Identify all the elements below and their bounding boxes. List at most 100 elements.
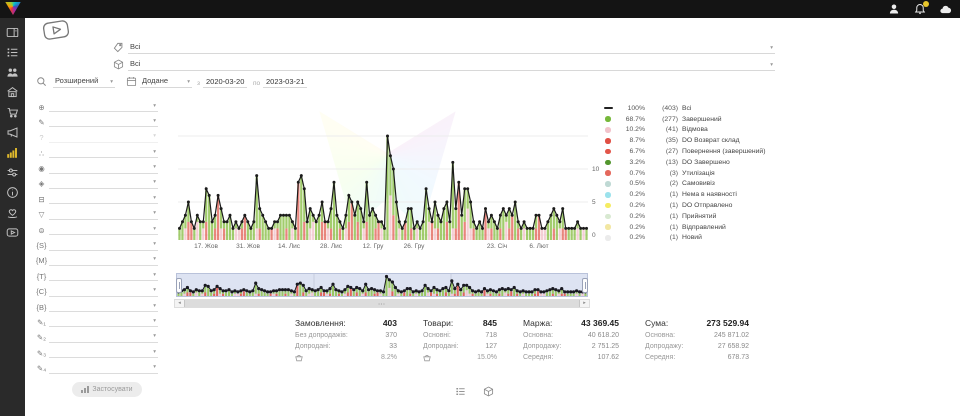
chart-minimap[interactable] <box>176 273 588 297</box>
legend-item[interactable]: 0.2%(1)Відправлений <box>602 222 765 233</box>
basket-icon <box>423 354 431 362</box>
filter-select[interactable]: ▾ <box>49 347 158 358</box>
stat-subrow: Середня:678.73 <box>645 353 749 364</box>
filter-select[interactable]: ▾ <box>49 178 158 189</box>
stat-value: 845 <box>483 318 497 328</box>
orders-chart[interactable] <box>178 100 588 240</box>
legend-item[interactable]: 0.2%(1)Нема в наявності <box>602 189 765 200</box>
filter-select[interactable]: ▾ <box>49 255 158 266</box>
chevron-down-icon: ▾ <box>153 180 156 186</box>
legend-item[interactable]: 6.7%(27)Повернення (завершений) <box>602 146 765 157</box>
filter-select[interactable]: ▾ <box>49 132 158 143</box>
legend-label: DO Завершено <box>682 159 765 166</box>
date-to-label: по <box>253 80 260 87</box>
scroll-left-arrow[interactable]: ◂ <box>175 300 184 307</box>
filter-select[interactable]: ▾ <box>49 286 158 297</box>
filter-select[interactable]: ▾ <box>49 363 158 374</box>
scroll-right-arrow[interactable]: ▸ <box>580 300 589 307</box>
partners-heart-icon[interactable] <box>6 205 20 219</box>
filter-row: ◈▾ <box>34 177 158 189</box>
legend-percent: 8.7% <box>618 137 645 144</box>
legend-item[interactable]: 0.2%(1)Прийнятий <box>602 211 765 222</box>
legend-item[interactable]: 100%(403)Всі <box>602 103 765 114</box>
y-tick-label: 0 <box>592 232 596 239</box>
integrations-sliders-icon[interactable] <box>6 165 20 179</box>
minimap-right-handle[interactable] <box>582 278 588 293</box>
legend-count: (403) <box>649 105 678 112</box>
cloud-avatar-icon[interactable] <box>939 3 952 16</box>
minimap-left-handle[interactable] <box>176 278 182 293</box>
legend-label: Повернення (завершений) <box>682 148 765 155</box>
filter-select[interactable]: ▾ <box>49 209 158 220</box>
filter-row: {T}▾ <box>34 269 158 281</box>
filter-select[interactable]: ▾ <box>49 332 158 343</box>
legend-swatch-icon <box>605 138 611 144</box>
legend-item[interactable]: 0.2%(1)DO Отправлено <box>602 200 765 211</box>
dashboard-icon[interactable] <box>6 25 20 39</box>
product-box-icon: ◈ <box>34 180 49 189</box>
stat-title: Замовлення: <box>295 318 346 328</box>
filter-row: {B}▾ <box>34 300 158 312</box>
chevron-down-icon: ▾ <box>153 227 156 233</box>
video-icon[interactable] <box>6 225 20 239</box>
cube-icon <box>113 59 124 70</box>
filter-select[interactable]: ▾ <box>49 316 158 327</box>
legend-swatch-icon <box>605 160 611 166</box>
user-icon[interactable] <box>887 3 900 16</box>
apply-button[interactable]: Застосувати <box>72 382 142 397</box>
help-icon: ? <box>34 134 49 143</box>
search-icon[interactable] <box>36 76 47 87</box>
sales-cart-icon[interactable] <box>6 105 20 119</box>
legend-swatch-icon <box>605 235 611 241</box>
date-from-input[interactable]: 2020-03-20 <box>203 75 247 88</box>
filter-select[interactable]: ▾ <box>49 240 158 251</box>
marketing-megaphone-icon[interactable] <box>6 125 20 139</box>
filter-select[interactable]: ▾ <box>49 101 158 112</box>
legend-item[interactable]: 0.7%(3)Утилізація <box>602 168 765 179</box>
statistics-icon[interactable] <box>6 145 20 159</box>
legend-item[interactable]: 10.2%(41)Відмова <box>602 125 765 136</box>
filter-select[interactable]: ▾ <box>49 301 158 312</box>
date-to-input[interactable]: 2023-03-21 <box>263 75 307 88</box>
legend-item[interactable]: 3.2%(13)DO Завершено <box>602 157 765 168</box>
legend-count: (2) <box>649 180 678 187</box>
fingerprint-icon: ◉ <box>34 165 49 174</box>
money-icon: ⊟ <box>34 196 49 205</box>
category-select[interactable]: Всі ▾ <box>128 41 775 54</box>
filter-select[interactable]: ▾ <box>49 270 158 281</box>
filter-select[interactable]: ▾ <box>49 224 158 235</box>
video-tutorial-icon[interactable] <box>42 19 70 41</box>
chart-total-line[interactable] <box>178 135 588 230</box>
customers-icon[interactable] <box>6 65 20 79</box>
search-mode-select[interactable]: Розширений ▾ <box>53 75 115 88</box>
list-view-icon[interactable] <box>455 386 466 397</box>
filter-select[interactable]: ▾ <box>49 163 158 174</box>
chart-scrollbar[interactable]: ◂ ••• ▸ <box>174 299 590 308</box>
scrollbar-thumb[interactable]: ••• <box>184 300 580 307</box>
legend-item[interactable]: 0.2%(1)Новий <box>602 233 765 244</box>
var-t-icon: {T} <box>34 273 49 282</box>
x-tick-label: 6. Лют <box>529 243 548 250</box>
stat-subrow: Без допродажів:370 <box>295 331 397 342</box>
filter-select[interactable]: ▾ <box>49 116 158 127</box>
filter-select[interactable]: ▾ <box>49 193 158 204</box>
stat-subvalue: 245 871.02 <box>714 331 749 342</box>
mini-bars-icon <box>81 386 89 393</box>
apply-label: Застосувати <box>92 386 132 393</box>
legend-swatch-icon <box>605 192 611 198</box>
product-select[interactable]: Всі ▾ <box>128 58 775 71</box>
bell-icon[interactable] <box>913 3 926 16</box>
orders-list-icon[interactable] <box>6 45 20 59</box>
legend-item[interactable]: 8.7%(35)DO Возврат склад <box>602 135 765 146</box>
legend-label: DO Отправлено <box>682 202 765 209</box>
date-field-select[interactable]: Додане ▾ <box>140 75 192 88</box>
legend-item[interactable]: 68.7%(277)Завершений <box>602 114 765 125</box>
product-view-icon[interactable] <box>483 386 494 397</box>
date-from-label: з <box>197 80 200 87</box>
store-icon[interactable] <box>6 85 20 99</box>
legend-item[interactable]: 0.5%(2)Самовивіз <box>602 179 765 190</box>
app-logo-icon[interactable] <box>5 2 21 15</box>
info-icon[interactable] <box>6 185 20 199</box>
filter-select[interactable]: ▾ <box>49 147 158 158</box>
chevron-down-icon: ▾ <box>110 80 113 86</box>
